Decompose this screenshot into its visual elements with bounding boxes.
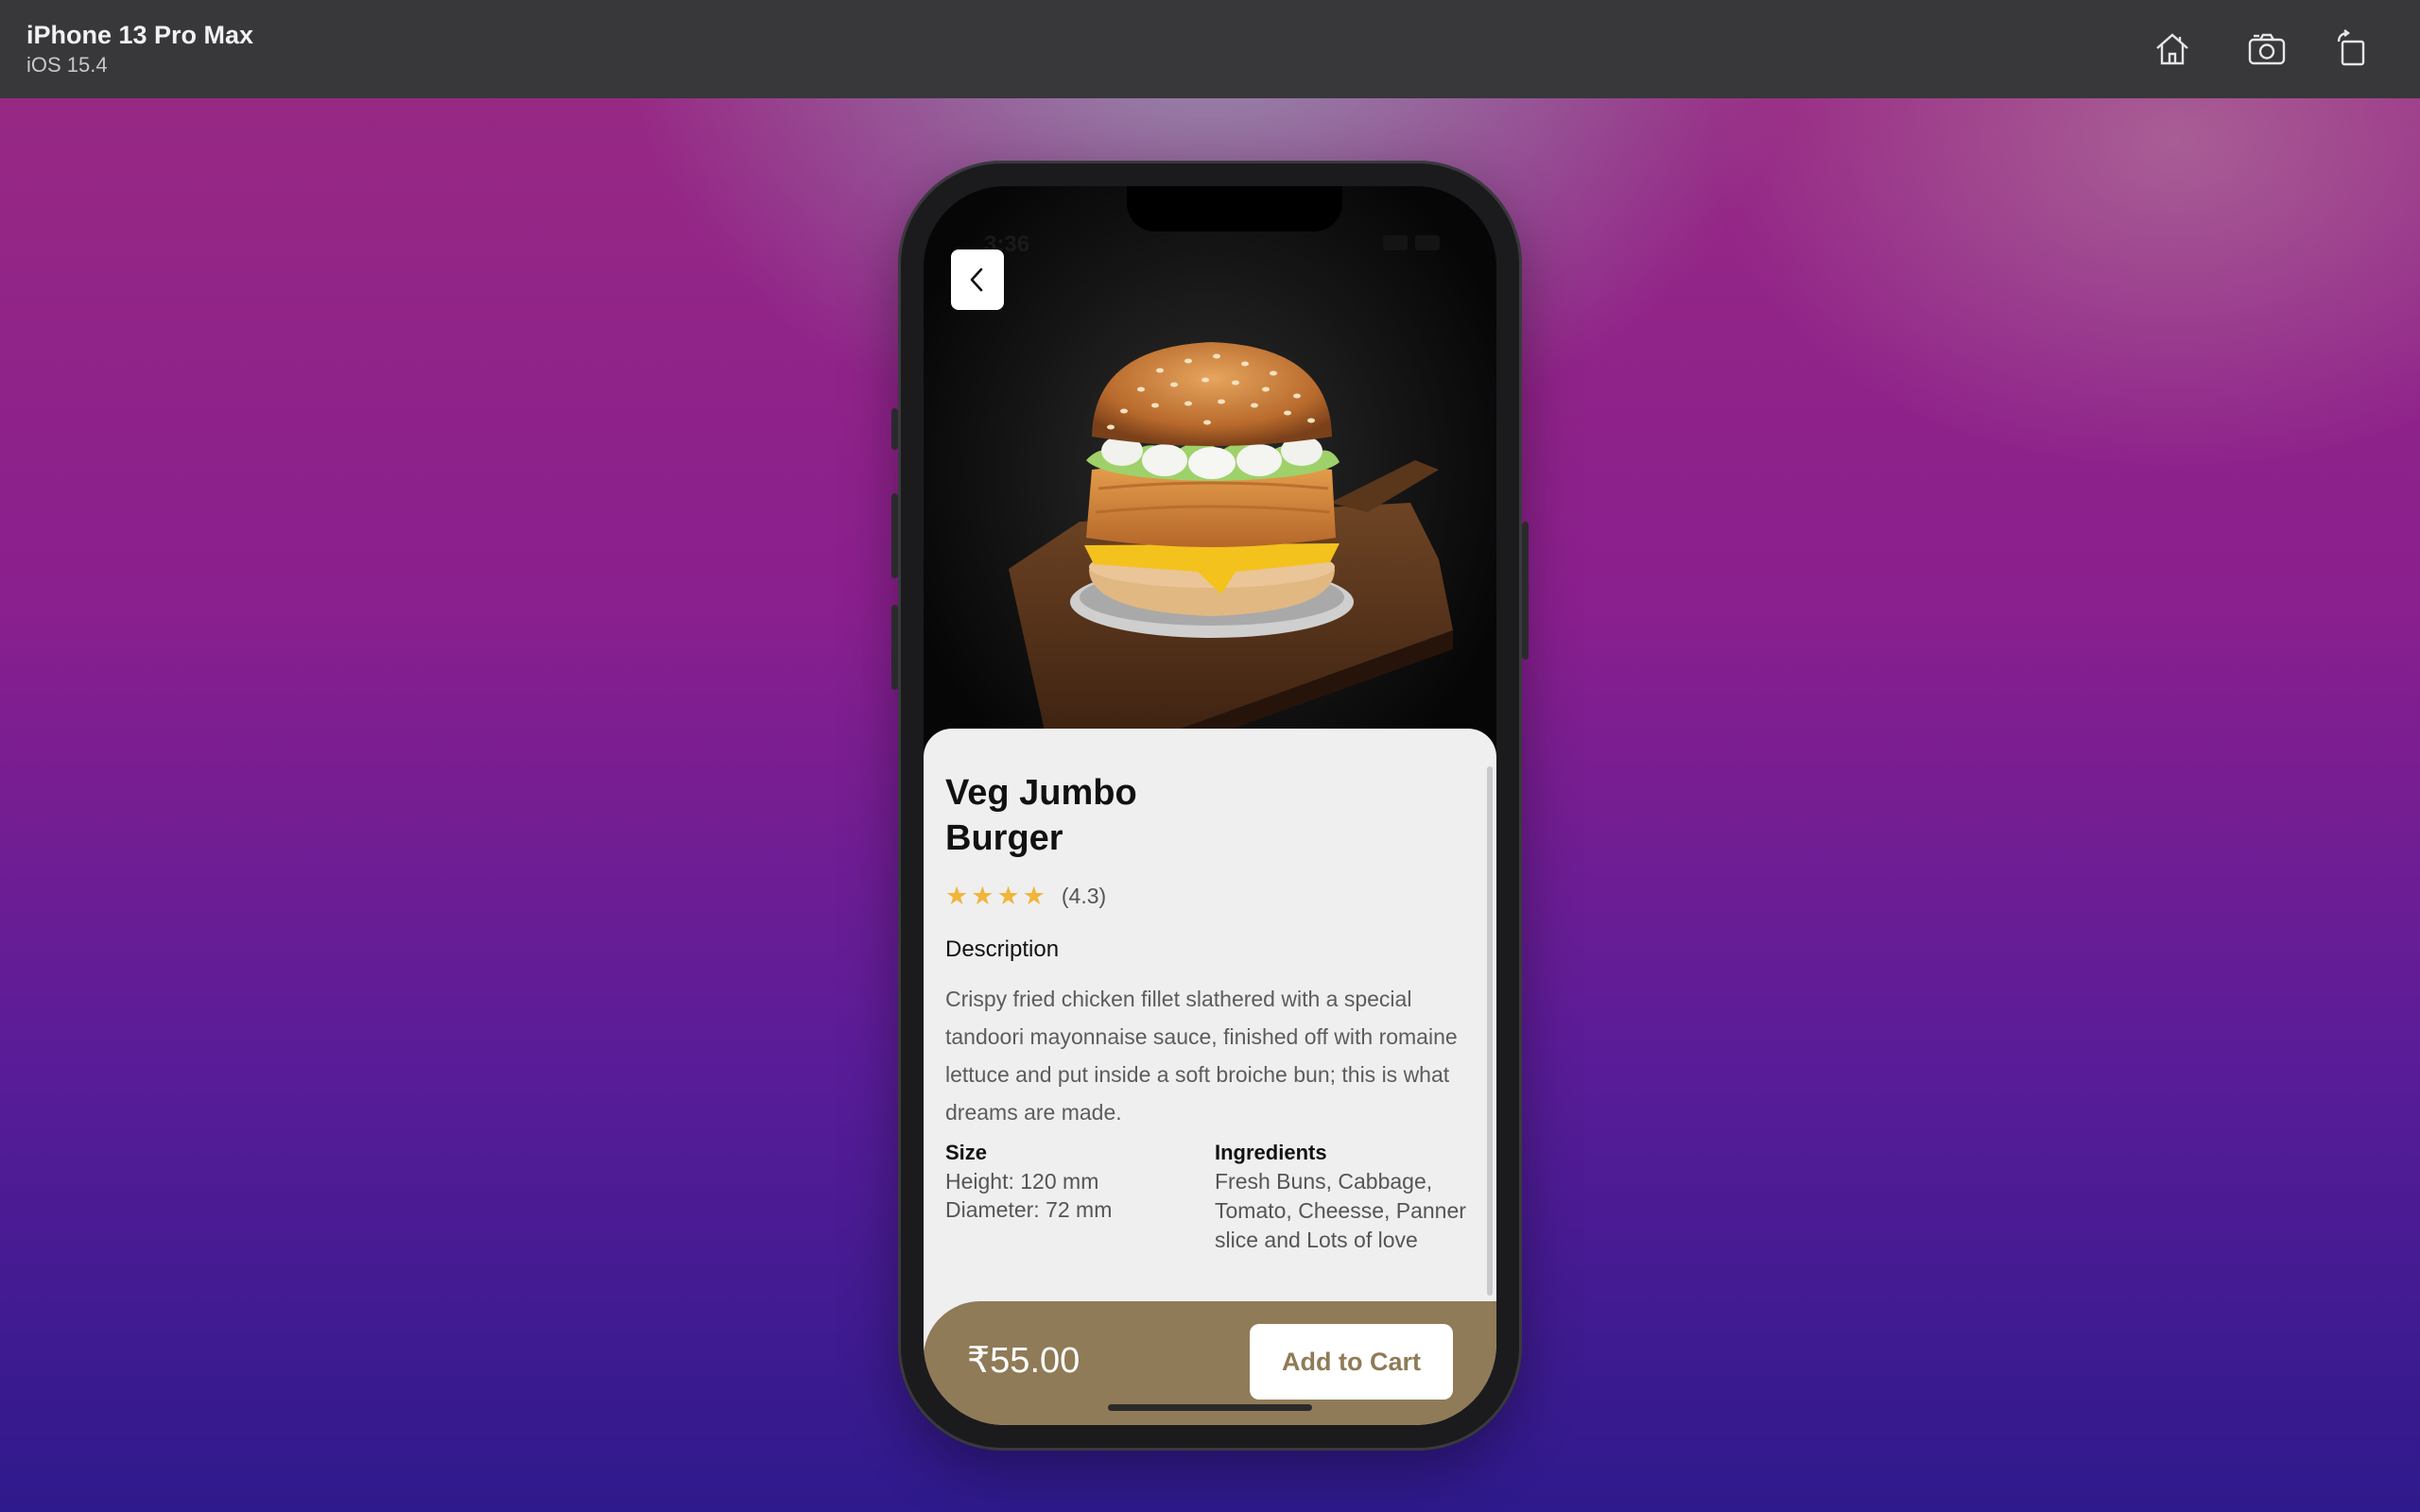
burger-image (1009, 342, 1453, 753)
add-to-cart-button[interactable]: Add to Cart (1250, 1324, 1453, 1400)
description-heading: Description (945, 936, 1060, 962)
volume-up-button (891, 493, 898, 578)
ingredients-heading: Ingredients (1215, 1141, 1327, 1164)
silent-switch (891, 408, 898, 450)
simulator-toolbar: iPhone 13 Pro Max iOS 15.4 (0, 0, 2420, 98)
description-text: Crispy fried chicken fillet slathered wi… (945, 987, 1458, 1125)
chevron-left-icon (970, 267, 983, 292)
power-button (1522, 522, 1529, 660)
star-icon: ★ (945, 882, 969, 910)
product-rating: ★ ★ ★ ★ (4.3) (945, 882, 1106, 911)
product-title-line2: Burger (945, 818, 1063, 858)
scroll-indicator[interactable] (1487, 766, 1493, 1296)
volume-down-button (891, 605, 898, 690)
product-image (924, 186, 1496, 753)
star-icon: ★ (971, 882, 994, 910)
status-indicators (1383, 235, 1440, 250)
device-name: iPhone 13 Pro Max (26, 21, 254, 49)
home-indicator[interactable] (1108, 1404, 1312, 1411)
ingredients-text: Fresh Buns, Cabbage, Tomato, Cheesse, Pa… (1215, 1169, 1466, 1252)
notch (1127, 186, 1342, 232)
home-icon (2156, 33, 2188, 65)
product-title-line1: Veg Jumbo (945, 773, 1137, 813)
back-button[interactable] (951, 249, 1004, 310)
size-values: Height: 120 mm Diameter: 72 mm (945, 1167, 1112, 1224)
os-version: iOS 15.4 (26, 53, 108, 77)
wifi-icon (1383, 235, 1408, 250)
star-icon: ★ (1022, 882, 1046, 910)
size-diameter: Diameter: 72 mm (945, 1197, 1113, 1222)
size-heading: Size (945, 1141, 988, 1164)
screenshot-button[interactable] (2240, 23, 2293, 76)
star-icon: ★ (996, 882, 1020, 910)
screenshot-icon (2248, 33, 2286, 65)
size-height: Height: 120 mm (945, 1169, 1099, 1194)
product-price: ₹55.00 (967, 1341, 1080, 1381)
product-title: Veg Jumbo Burger (945, 770, 1229, 861)
iphone-frame: 3:36 Veg Jumbo Burger ★ ★ ★ ★ (4.3) Desc… (891, 161, 1529, 1451)
home-button[interactable] (2146, 23, 2199, 76)
phone-screen: 3:36 Veg Jumbo Burger ★ ★ ★ ★ (4.3) Desc… (924, 186, 1496, 1425)
battery-icon (1415, 235, 1440, 250)
rotate-button[interactable] (2325, 23, 2378, 76)
rotate-icon (2337, 29, 2365, 66)
rating-value: (4.3) (1061, 884, 1107, 908)
